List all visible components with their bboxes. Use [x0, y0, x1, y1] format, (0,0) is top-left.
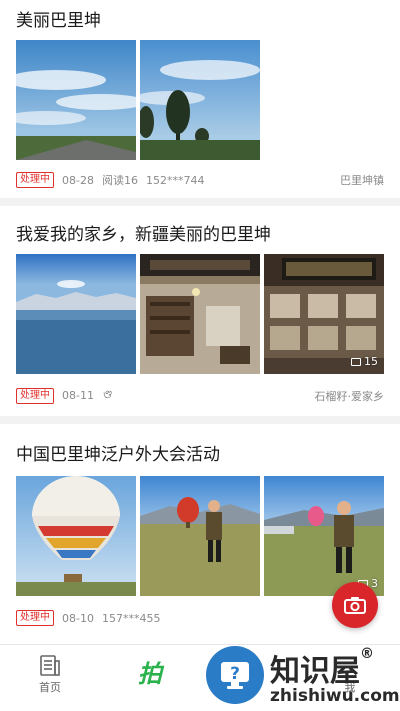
post-image[interactable]	[140, 40, 260, 160]
monitor-question-icon: ?	[221, 662, 249, 689]
post-image[interactable]	[16, 476, 136, 596]
post-title[interactable]: 中国巴里坤泛户外大会活动	[16, 440, 220, 465]
post-location[interactable]: 石榴籽·爱家乡	[315, 388, 385, 404]
divider	[0, 416, 400, 424]
tab-report[interactable]: 拍	[118, 653, 182, 689]
post-author: 157***455	[101, 611, 161, 625]
news-icon	[40, 655, 60, 676]
post-meta: 处理中 08-10 157***455	[16, 610, 384, 626]
image-icon	[351, 357, 361, 366]
post-meta: 处理中 08-28 阅读16 152***744 巴里坤镇	[16, 172, 384, 188]
post-title[interactable]: 美丽巴里坤	[16, 6, 101, 31]
watermark-title: 知识屋®	[270, 646, 374, 689]
watermark-url: zhishiwu.com	[270, 686, 400, 706]
post-images: 3	[16, 476, 384, 596]
post-date: 08-10	[62, 611, 94, 625]
camera-button[interactable]	[332, 582, 378, 628]
post-image[interactable]	[140, 476, 260, 596]
watermark-logo: ?	[206, 646, 264, 704]
author-signature: ণ্ড	[101, 388, 112, 401]
post-image[interactable]: 15	[264, 254, 384, 374]
post-image[interactable]	[16, 254, 136, 374]
status-badge: 处理中	[16, 172, 54, 188]
post-author: 152***744	[145, 173, 205, 187]
svg-text:?: ?	[230, 664, 240, 684]
feed: 美丽巴里坤 处理中 08-28 阅读16 152***744 巴里坤镇 我爱我的…	[0, 0, 400, 644]
post-image[interactable]	[16, 40, 136, 160]
watermark: ? 知识屋® zhishiwu.com	[200, 640, 400, 711]
post-reads: 阅读16	[101, 174, 138, 187]
post-title[interactable]: 我爱我的家乡，新疆美丽的巴里坤	[16, 220, 271, 245]
post-card[interactable]: 我爱我的家乡，新疆美丽的巴里坤 15 处理中 08-11 ণ্ড 石榴籽·爱家乡	[0, 206, 400, 416]
post-images: 15	[16, 254, 384, 374]
status-badge: 处理中	[16, 610, 54, 626]
post-date: 08-28	[62, 173, 94, 187]
post-image[interactable]: 3	[264, 476, 384, 596]
post-card[interactable]: 美丽巴里坤 处理中 08-28 阅读16 152***744 巴里坤镇	[0, 0, 400, 198]
divider	[0, 198, 400, 206]
tab-home-label: 首页	[39, 681, 61, 694]
camera-icon	[344, 597, 366, 614]
post-date: 08-11	[62, 389, 94, 402]
post-location[interactable]: 巴里坤镇	[340, 172, 384, 188]
tab-home[interactable]: 首页	[18, 653, 82, 695]
post-meta: 处理中 08-11 ণ্ড 石榴籽·爱家乡	[16, 386, 384, 405]
photo-count: 15	[351, 355, 378, 368]
post-images	[16, 40, 260, 160]
report-logo: 拍	[138, 659, 162, 688]
post-image[interactable]	[140, 254, 260, 374]
status-badge: 处理中	[16, 387, 54, 404]
